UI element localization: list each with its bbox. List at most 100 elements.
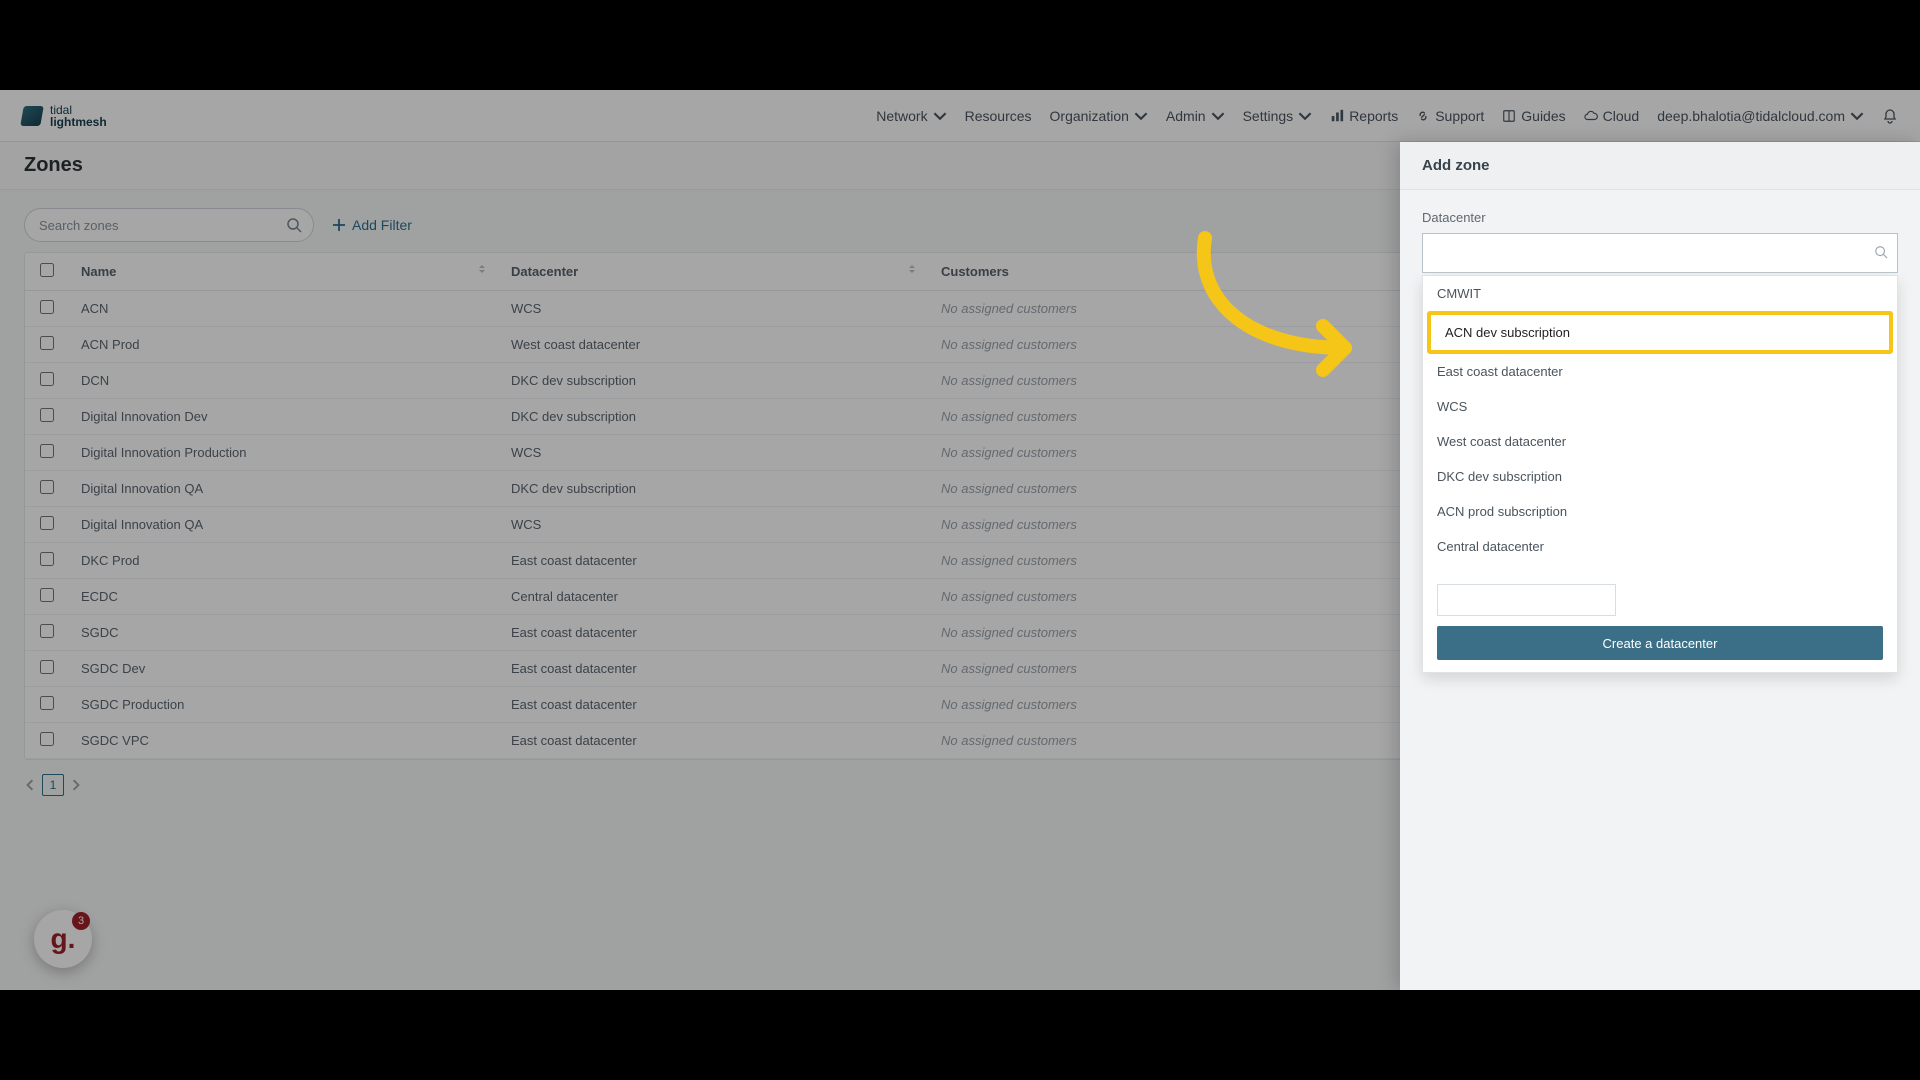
top-nav: tidal lightmesh Network Resources Organi… xyxy=(0,90,1920,142)
side-panel-header: Add zone xyxy=(1400,142,1920,190)
chevron-down-icon xyxy=(1298,109,1312,123)
new-datacenter-input[interactable] xyxy=(1437,584,1616,616)
search-wrap xyxy=(24,208,314,242)
nav-support[interactable]: Support xyxy=(1416,108,1484,124)
row-datacenter: WCS xyxy=(499,435,929,471)
row-checkbox[interactable] xyxy=(40,696,54,710)
row-name: ECDC xyxy=(69,579,499,615)
row-checkbox[interactable] xyxy=(40,516,54,530)
row-datacenter: WCS xyxy=(499,291,929,327)
add-zone-panel: Add zone Datacenter CMWITACN dev subscri… xyxy=(1400,142,1920,990)
book-icon xyxy=(1502,109,1516,123)
nav-reports-label: Reports xyxy=(1349,108,1398,124)
row-datacenter: East coast datacenter xyxy=(499,723,929,759)
row-datacenter: DKC dev subscription xyxy=(499,363,929,399)
row-name: Digital Innovation Dev xyxy=(69,399,499,435)
nav-cloud[interactable]: Cloud xyxy=(1584,108,1640,124)
select-all-checkbox[interactable] xyxy=(40,263,54,277)
row-checkbox[interactable] xyxy=(40,444,54,458)
nav-reports[interactable]: Reports xyxy=(1330,108,1398,124)
search-input[interactable] xyxy=(24,208,314,242)
datacenter-field-label: Datacenter xyxy=(1422,210,1898,225)
bar-chart-icon xyxy=(1330,109,1344,123)
create-datacenter-button[interactable]: Create a datacenter xyxy=(1437,626,1883,660)
sort-icon[interactable] xyxy=(907,264,917,274)
datacenter-select-input[interactable] xyxy=(1422,233,1898,273)
side-panel-title: Add zone xyxy=(1422,157,1490,174)
datacenter-option[interactable]: CMWIT xyxy=(1423,276,1897,311)
brand-text: tidal lightmesh xyxy=(50,104,107,128)
brand: tidal lightmesh xyxy=(22,104,107,128)
nav-admin[interactable]: Admin xyxy=(1166,108,1225,124)
chevron-left-icon[interactable] xyxy=(24,779,36,791)
bell-icon[interactable] xyxy=(1882,108,1898,124)
plus-icon xyxy=(332,218,346,232)
row-checkbox[interactable] xyxy=(40,588,54,602)
row-datacenter: East coast datacenter xyxy=(499,615,929,651)
row-name: SGDC Dev xyxy=(69,651,499,687)
brand-line2: lightmesh xyxy=(50,116,107,128)
page-number[interactable]: 1 xyxy=(42,774,64,796)
nav-cloud-label: Cloud xyxy=(1603,108,1640,124)
brand-logo-icon xyxy=(20,106,44,126)
datacenter-option[interactable]: ACN prod subscription xyxy=(1423,494,1897,529)
nav-settings[interactable]: Settings xyxy=(1243,108,1313,124)
row-datacenter: Central datacenter xyxy=(499,579,929,615)
row-datacenter: DKC dev subscription xyxy=(499,399,929,435)
brand-line1: tidal xyxy=(50,104,107,116)
row-checkbox[interactable] xyxy=(40,552,54,566)
chevron-down-icon xyxy=(1850,109,1864,123)
row-datacenter: East coast datacenter xyxy=(499,543,929,579)
row-checkbox[interactable] xyxy=(40,660,54,674)
row-datacenter: East coast datacenter xyxy=(499,651,929,687)
datacenter-option[interactable]: East coast datacenter xyxy=(1423,354,1897,389)
row-checkbox[interactable] xyxy=(40,732,54,746)
row-name: ACN xyxy=(69,291,499,327)
col-datacenter-header[interactable]: Datacenter xyxy=(511,264,578,279)
page-title: Zones xyxy=(24,154,83,177)
chevron-right-icon[interactable] xyxy=(70,779,82,791)
row-checkbox[interactable] xyxy=(40,408,54,422)
nav-organization[interactable]: Organization xyxy=(1050,108,1148,124)
row-datacenter: DKC dev subscription xyxy=(499,471,929,507)
nav-network-label: Network xyxy=(876,108,927,124)
row-checkbox[interactable] xyxy=(40,624,54,638)
search-icon xyxy=(1874,245,1888,259)
row-name: SGDC VPC xyxy=(69,723,499,759)
datacenter-option[interactable]: DKC dev subscription xyxy=(1423,459,1897,494)
help-widget-badge[interactable]: g. 3 xyxy=(34,910,92,968)
datacenter-option[interactable]: ACN dev subscription xyxy=(1427,311,1893,354)
datacenter-option[interactable]: West coast datacenter xyxy=(1423,424,1897,459)
nav-settings-label: Settings xyxy=(1243,108,1294,124)
nav-admin-label: Admin xyxy=(1166,108,1206,124)
nav-guides-label: Guides xyxy=(1521,108,1565,124)
add-filter-button[interactable]: Add Filter xyxy=(332,217,412,233)
nav-resources[interactable]: Resources xyxy=(965,108,1032,124)
add-filter-label: Add Filter xyxy=(352,217,412,233)
help-widget-count: 3 xyxy=(72,912,90,930)
row-checkbox[interactable] xyxy=(40,372,54,386)
datacenter-dropdown: CMWITACN dev subscriptionEast coast data… xyxy=(1422,275,1898,673)
datacenter-option[interactable]: WCS xyxy=(1423,389,1897,424)
datacenter-option[interactable]: Central datacenter xyxy=(1423,529,1897,564)
col-name-header[interactable]: Name xyxy=(81,264,116,279)
chevron-down-icon xyxy=(1134,109,1148,123)
row-name: SGDC xyxy=(69,615,499,651)
row-name: DCN xyxy=(69,363,499,399)
nav-guides[interactable]: Guides xyxy=(1502,108,1565,124)
row-name: Digital Innovation Production xyxy=(69,435,499,471)
nav-network[interactable]: Network xyxy=(876,108,946,124)
row-checkbox[interactable] xyxy=(40,480,54,494)
sort-icon[interactable] xyxy=(477,264,487,274)
row-datacenter: East coast datacenter xyxy=(499,687,929,723)
col-customers-header[interactable]: Customers xyxy=(941,264,1009,279)
search-icon xyxy=(286,217,302,233)
row-checkbox[interactable] xyxy=(40,336,54,350)
help-widget-glyph: g. xyxy=(51,923,76,955)
row-checkbox[interactable] xyxy=(40,300,54,314)
cloud-icon xyxy=(1584,109,1598,123)
nav-user-menu[interactable]: deep.bhalotia@tidalcloud.com xyxy=(1657,108,1864,124)
nav-resources-label: Resources xyxy=(965,108,1032,124)
nav-organization-label: Organization xyxy=(1050,108,1129,124)
row-name: Digital Innovation QA xyxy=(69,471,499,507)
